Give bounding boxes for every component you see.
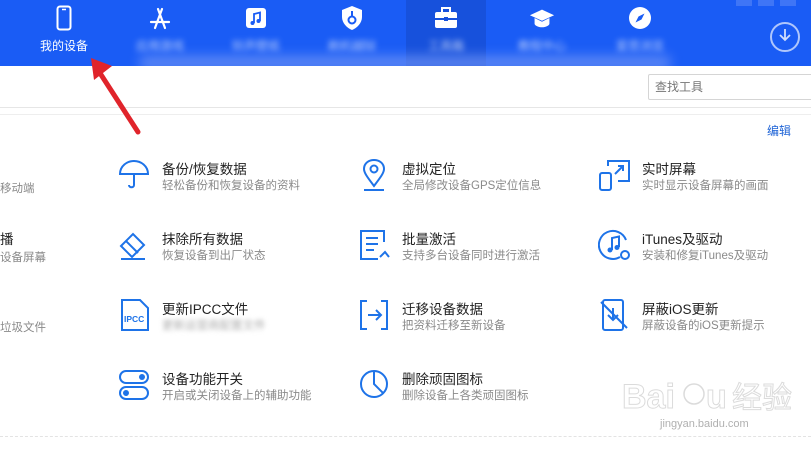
nav-label: 教程中心 bbox=[517, 39, 566, 53]
nav-label: 铃声壁纸 bbox=[231, 39, 280, 53]
toggle-icon bbox=[118, 368, 152, 402]
svg-text:经验: 经验 bbox=[732, 381, 792, 416]
tool-migrate-data[interactable]: 迁移设备数据 把资料迁移至新设备 bbox=[358, 298, 558, 342]
umbrella-icon bbox=[118, 158, 152, 192]
phone-icon bbox=[51, 5, 77, 31]
watermark-url: jingyan.baidu.com bbox=[660, 418, 749, 430]
tool-backup-restore[interactable]: 备份/恢复数据 轻松备份和恢复设备的资料 bbox=[118, 158, 318, 202]
download-button[interactable] bbox=[770, 22, 800, 52]
left-tool-desc: 设备屏幕 bbox=[0, 252, 46, 264]
left-tool-desc: 移动端 bbox=[0, 183, 35, 195]
tool-update-ipcc[interactable]: IPCC 更新IPCC文件 更新运营商配置文件 bbox=[118, 298, 318, 342]
tool-title: 删除顽固图标 bbox=[402, 372, 483, 387]
minimize-button[interactable] bbox=[736, 0, 752, 6]
tool-desc: 安装和修复iTunes及驱动 bbox=[642, 250, 769, 262]
tool-title: iTunes及驱动 bbox=[642, 232, 723, 247]
tool-desc: 把资料迁移至新设备 bbox=[402, 320, 506, 332]
migrate-icon bbox=[358, 298, 392, 332]
nav-label: 工具箱 bbox=[427, 39, 464, 53]
location-pin-icon bbox=[358, 158, 392, 192]
tool-batch-activate[interactable]: 批量激活 支持多台设备同时进行激活 bbox=[358, 228, 558, 272]
block-update-icon bbox=[598, 298, 632, 332]
screen-mirror-icon bbox=[598, 158, 632, 192]
tool-device-switches[interactable]: 设备功能开关 开启或关闭设备上的辅助功能 bbox=[118, 368, 318, 412]
nav-label: 爱思浏览 bbox=[615, 39, 664, 53]
left-tool-title[interactable]: 播 bbox=[0, 228, 14, 248]
tool-title: 抹除所有数据 bbox=[162, 232, 243, 247]
svg-text:IPCC: IPCC bbox=[124, 314, 144, 324]
maximize-button[interactable] bbox=[758, 0, 774, 6]
tool-title: 备份/恢复数据 bbox=[162, 162, 247, 177]
svg-text:Bai: Bai bbox=[622, 378, 675, 416]
tool-desc: 更新运营商配置文件 bbox=[162, 320, 266, 332]
tool-title: 迁移设备数据 bbox=[402, 302, 483, 317]
compass-icon bbox=[627, 5, 653, 31]
tool-title: 更新IPCC文件 bbox=[162, 302, 249, 317]
svg-text:u: u bbox=[706, 378, 727, 416]
tool-title: 屏蔽iOS更新 bbox=[642, 302, 719, 317]
tool-title: 实时屏幕 bbox=[642, 162, 696, 177]
tool-delete-stubborn-icons[interactable]: 删除顽固图标 删除设备上各类顽固图标 bbox=[358, 368, 558, 412]
graduation-cap-icon bbox=[529, 5, 555, 31]
music-icon bbox=[243, 5, 269, 31]
tool-block-ios-update[interactable]: 屏蔽iOS更新 屏蔽设备的iOS更新提示 bbox=[598, 298, 798, 342]
tool-desc: 恢复设备到出厂状态 bbox=[162, 250, 266, 262]
tool-desc: 删除设备上各类顽固图标 bbox=[402, 390, 529, 402]
tool-desc: 轻松备份和恢复设备的资料 bbox=[162, 180, 300, 192]
divider bbox=[0, 436, 811, 437]
tool-desc: 实时显示设备屏幕的画面 bbox=[642, 180, 769, 192]
toolbox-icon bbox=[433, 5, 459, 31]
shield-icon bbox=[339, 5, 365, 31]
search-input[interactable] bbox=[648, 74, 811, 100]
close-button[interactable] bbox=[780, 0, 796, 6]
arrow-down-icon bbox=[777, 27, 793, 48]
tool-title: 虚拟定位 bbox=[402, 162, 456, 177]
eraser-icon bbox=[118, 228, 152, 262]
tool-desc: 屏蔽设备的iOS更新提示 bbox=[642, 320, 765, 332]
tool-desc: 全局修改设备GPS定位信息 bbox=[402, 180, 542, 192]
left-tool-desc: 垃圾文件 bbox=[0, 322, 46, 334]
tool-erase-all[interactable]: 抹除所有数据 恢复设备到出厂状态 bbox=[118, 228, 318, 272]
tool-title: 批量激活 bbox=[402, 232, 456, 247]
annotation-arrow bbox=[91, 58, 141, 135]
tool-virtual-location[interactable]: 虚拟定位 全局修改设备GPS定位信息 bbox=[358, 158, 558, 202]
batch-activate-icon bbox=[358, 228, 392, 262]
tool-desc: 支持多台设备同时进行激活 bbox=[402, 250, 540, 262]
edit-link[interactable]: 编辑 bbox=[767, 122, 791, 139]
tool-itunes-drivers[interactable]: iTunes及驱动 安装和修复iTunes及驱动 bbox=[597, 228, 798, 272]
tool-realtime-screen[interactable]: 实时屏幕 实时显示设备屏幕的画面 bbox=[598, 158, 798, 202]
itunes-icon bbox=[597, 228, 632, 262]
app-store-icon bbox=[147, 5, 173, 31]
pie-chart-icon bbox=[358, 368, 392, 402]
nav-label: 刷机越狱 bbox=[327, 39, 376, 53]
tool-desc: 开启或关闭设备上的辅助功能 bbox=[162, 390, 312, 402]
tool-title: 设备功能开关 bbox=[162, 372, 243, 387]
ipcc-file-icon: IPCC bbox=[118, 298, 152, 332]
